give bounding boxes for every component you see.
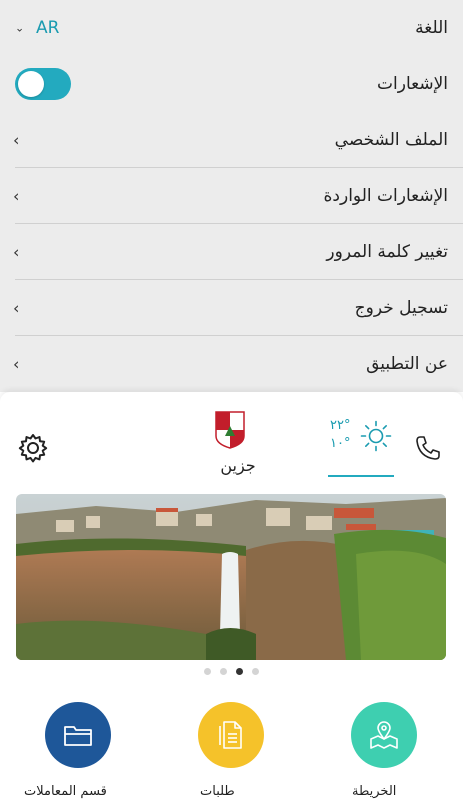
town-name: جزين (220, 456, 256, 475)
chevron-right-icon: › (13, 354, 20, 374)
home-card: جزين ٢٢° ١٠° الخريطة طلبات قسم المعاملات (0, 392, 463, 800)
requests-caption: طلبات (200, 784, 235, 799)
settings-item-incoming-notifications[interactable]: الإشعارات الواردة › (0, 168, 463, 224)
map-caption: الخريطة (352, 784, 397, 799)
notifications-toggle[interactable] (15, 68, 71, 100)
chevron-right-icon: › (13, 242, 20, 262)
document-icon (219, 721, 242, 749)
municipality-logo (215, 411, 245, 449)
chevron-right-icon: › (13, 298, 20, 318)
requests-button[interactable] (198, 702, 264, 768)
carousel-dot[interactable] (204, 668, 211, 675)
settings-panel: اللغة AR ⌄ الإشعارات الملف الشخصي › الإش… (0, 0, 463, 392)
settings-item-logout[interactable]: تسجيل خروج › (0, 280, 463, 336)
temperature-low: ١٠° (330, 436, 351, 451)
transactions-caption: قسم المعاملات (24, 784, 107, 799)
language-row[interactable]: اللغة AR ⌄ (0, 0, 463, 56)
map-button[interactable] (351, 702, 417, 768)
settings-item-about[interactable]: عن التطبيق › (0, 336, 463, 392)
town-photo[interactable] (16, 494, 446, 660)
settings-item-label: الإشعارات الواردة (323, 186, 448, 206)
map-icon (370, 721, 398, 749)
sun-icon (360, 420, 392, 452)
transactions-button[interactable] (45, 702, 111, 768)
carousel-dot[interactable] (252, 668, 259, 675)
chevron-right-icon: › (13, 186, 20, 206)
notifications-row: الإشعارات (0, 56, 463, 112)
notifications-label: الإشعارات (377, 74, 448, 94)
temperature-high: ٢٢° (330, 418, 351, 433)
settings-item-change-password[interactable]: تغيير كلمة المرور › (0, 224, 463, 280)
settings-item-profile[interactable]: الملف الشخصي › (0, 112, 463, 168)
toggle-knob (18, 71, 44, 97)
phone-icon[interactable] (414, 434, 442, 462)
language-value[interactable]: AR (36, 18, 59, 38)
carousel-dot-active[interactable] (236, 668, 243, 675)
folder-icon (64, 726, 92, 746)
carousel-dot[interactable] (220, 668, 227, 675)
settings-item-label: عن التطبيق (366, 354, 448, 374)
chevron-right-icon: › (13, 130, 20, 150)
language-label: اللغة (415, 18, 448, 38)
settings-item-label: الملف الشخصي (334, 130, 448, 150)
settings-item-label: تغيير كلمة المرور (326, 242, 448, 262)
weather-underline (328, 475, 394, 477)
chevron-down-icon[interactable]: ⌄ (15, 22, 24, 35)
gear-icon[interactable] (17, 432, 49, 464)
settings-item-label: تسجيل خروج (354, 298, 448, 318)
